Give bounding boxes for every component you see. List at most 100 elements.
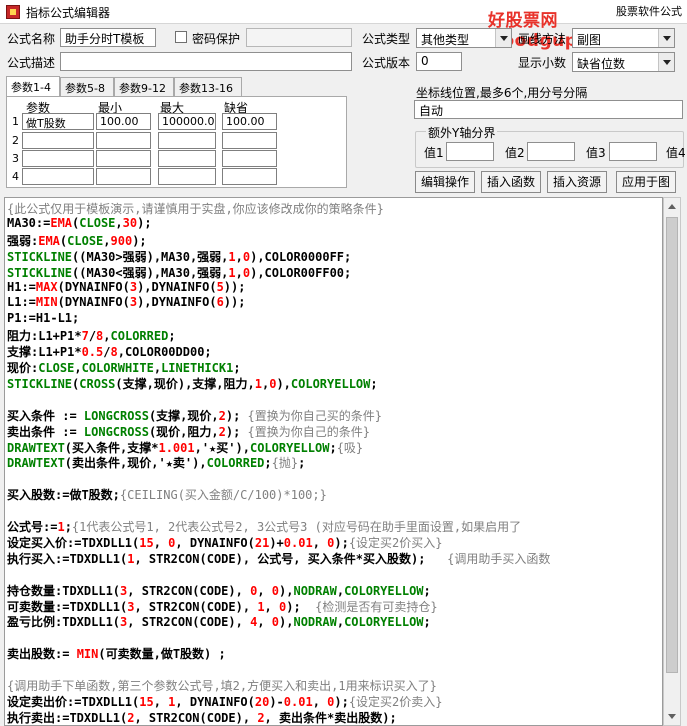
- code-token: 2: [257, 710, 265, 725]
- param-min-field[interactable]: [96, 132, 151, 149]
- code-line[interactable]: STICKLINE((MA30>强弱),MA30,强弱,1,0),COLOR00…: [7, 248, 351, 265]
- password-checkbox[interactable]: [175, 31, 187, 43]
- param-default-field[interactable]: [222, 168, 277, 185]
- code-token: 现价:: [7, 361, 39, 375]
- code-line[interactable]: P1:=H1-L1;: [7, 311, 79, 325]
- formula-code-editor[interactable]: {此公式仅用于模板演示,请谨慎用于实盘,你应该修改成你的策略条件} MA30:=E…: [4, 197, 663, 726]
- code-token: MIN: [35, 295, 58, 310]
- code-line[interactable]: 公式号:=1;{1代表公式号1, 2代表公式号2, 3公式号3 (对应号码在助手…: [7, 518, 521, 535]
- scroll-up-arrow-icon[interactable]: [664, 198, 680, 215]
- code-line[interactable]: 设定卖出价:=TDXDLL1(15, 1, DYNAINFO(20)-0.01,…: [7, 693, 443, 710]
- coord-lines-input[interactable]: 自动: [414, 100, 683, 119]
- code-token: COLORYELLOW: [290, 376, 371, 391]
- scroll-down-arrow-icon[interactable]: [664, 708, 680, 725]
- code-line[interactable]: 卖出股数:= MIN(可卖数量,做T股数) ;: [7, 645, 226, 662]
- code-line[interactable]: L1:=MIN(DYNAINFO(3),DYNAINFO(6));: [7, 295, 245, 309]
- param-max-field[interactable]: 100000.00: [158, 113, 216, 130]
- code-line[interactable]: DRAWTEXT(卖出条件,现价,'★卖'),COLORRED;{抛};: [7, 454, 305, 471]
- code-line[interactable]: 执行买入:=TDXDLL1(1, STR2CON(CODE), 公式号, 买入条…: [7, 550, 550, 567]
- code-line[interactable]: STICKLINE(CROSS(支撑,现价),支撑,阻力,1,0),COLORY…: [7, 375, 378, 392]
- scrollbar-thumb[interactable]: [666, 217, 678, 673]
- param-max-field[interactable]: [158, 150, 216, 167]
- code-line[interactable]: DRAWTEXT(买入条件,支撑*1.001,'★买'),COLORYELLOW…: [7, 439, 363, 456]
- param-name-field[interactable]: 做T股数: [22, 113, 94, 130]
- chevron-down-icon[interactable]: [658, 29, 674, 47]
- code-line[interactable]: {此公式仅用于模板演示,请谨慎用于实盘,你应该修改成你的策略条件}: [7, 200, 384, 217]
- formula-type-select[interactable]: 其他类型: [416, 28, 512, 48]
- param-name-field[interactable]: [22, 168, 94, 185]
- code-token: MA30:=: [7, 215, 51, 230]
- code-line[interactable]: 持仓数量:TDXDLL1(3, STR2CON(CODE), 0, 0),NOD…: [7, 582, 431, 599]
- y-value-1-input[interactable]: [446, 142, 494, 161]
- code-token: 设定买入价:=TDXDLL1(: [7, 535, 140, 550]
- code-line[interactable]: STICKLINE((MA30<强弱),MA30,强弱,1,0),COLOR00…: [7, 264, 351, 281]
- code-line[interactable]: 执行卖出:=TDXDLL1(2, STR2CON(CODE), 2, 卖出条件*…: [7, 709, 397, 725]
- code-token: COLORWHITE: [81, 361, 154, 375]
- code-token: (DYNAINFO(: [57, 279, 130, 294]
- draw-method-select[interactable]: 副图: [572, 28, 675, 48]
- tab-params-5-8[interactable]: 参数5-8: [60, 77, 114, 96]
- tab-params-1-4[interactable]: 参数1-4: [6, 76, 60, 97]
- code-line[interactable]: 卖出条件 := LONGCROSS(现价,阻力,2); {置换为你自己的条件}: [7, 423, 370, 440]
- code-token: ,: [74, 361, 82, 375]
- param-max-field[interactable]: [158, 132, 216, 149]
- code-line[interactable]: {调用助手下单函数,第三个参数公式号,填2,方便买入和卖出,1用来标识买入了}: [7, 677, 437, 694]
- apply-to-chart-button[interactable]: 应用于图: [616, 171, 676, 193]
- param-default-field[interactable]: 100.00: [222, 113, 277, 130]
- code-token: 30: [122, 215, 138, 230]
- param-name-field[interactable]: [22, 150, 94, 167]
- code-token: NODRAW: [293, 583, 337, 598]
- tab-params-9-12[interactable]: 参数9-12: [114, 77, 174, 96]
- code-token: {调用助手下单函数,第三个参数公式号,填2,方便买入和卖出,1用来标识买入了}: [7, 679, 437, 693]
- code-token: /: [88, 329, 97, 344]
- password-input[interactable]: [246, 28, 352, 47]
- insert-resource-button[interactable]: 插入资源: [547, 171, 607, 193]
- code-token: ;: [370, 376, 378, 391]
- code-token: )+: [269, 535, 284, 550]
- param-min-field[interactable]: 100.00: [96, 113, 151, 130]
- code-token: 0.5: [81, 345, 104, 360]
- insert-function-button[interactable]: 插入函数: [481, 171, 541, 193]
- edit-ops-button[interactable]: 编辑操作: [415, 171, 475, 193]
- editor-vertical-scrollbar[interactable]: [663, 197, 681, 726]
- param-min-field[interactable]: [96, 150, 151, 167]
- param-min-field[interactable]: [96, 168, 151, 185]
- draw-method-label: 画线方法: [518, 32, 567, 46]
- code-line[interactable]: 设定买入价:=TDXDLL1(15, 0, DYNAINFO(21)+0.01,…: [7, 534, 443, 551]
- chevron-down-icon[interactable]: [658, 53, 674, 71]
- draw-method-value: 副图: [577, 33, 602, 47]
- code-line[interactable]: 盈亏比例:TDXDLL1(3, STR2CON(CODE), 4, 0),NOD…: [7, 613, 431, 630]
- param-row-number: 2: [12, 134, 19, 147]
- code-token: (买入条件,支撑*: [64, 440, 159, 455]
- code-token: );: [334, 535, 349, 550]
- code-token: , STR2CON(CODE),: [127, 615, 251, 630]
- y-value-3-input[interactable]: [609, 142, 657, 161]
- code-line[interactable]: 现价:CLOSE,COLORWHITE,LINETHICK1;: [7, 359, 241, 376]
- watermark-extra: 股票软件公式: [616, 5, 682, 18]
- code-line[interactable]: H1:=MAX(DYNAINFO(3),DYNAINFO(5));: [7, 280, 245, 294]
- param-default-field[interactable]: [222, 150, 277, 167]
- formula-name-input[interactable]: 助手分时T模板: [60, 28, 156, 47]
- code-line[interactable]: 买入条件 := LONGCROSS(支撑,现价,2); {置换为你自己买的条件}: [7, 407, 382, 424]
- param-default-field[interactable]: [222, 132, 277, 149]
- formula-version-input[interactable]: 0: [416, 52, 462, 71]
- chevron-down-icon[interactable]: [495, 29, 511, 47]
- code-token: , STR2CON(CODE), 公式号, 买入条件*买入股数);: [134, 551, 448, 566]
- code-line[interactable]: 阻力:L1+P1*7/8,COLORRED;: [7, 327, 176, 344]
- formula-desc-input[interactable]: [60, 52, 352, 71]
- y-value-3-label: 值3: [586, 146, 606, 160]
- code-token: ;: [298, 456, 306, 471]
- code-line[interactable]: 可卖数量:=TDXDLL1(3, STR2CON(CODE), 1, 0); {…: [7, 598, 438, 615]
- tab-params-13-16[interactable]: 参数13-16: [174, 77, 242, 96]
- y-value-2-input[interactable]: [527, 142, 575, 161]
- decimal-select[interactable]: 缺省位数: [572, 52, 675, 72]
- param-name-field[interactable]: [22, 132, 94, 149]
- code-token: DRAWTEXT: [7, 456, 65, 471]
- y-value-1-label: 值1: [424, 146, 444, 160]
- code-line[interactable]: MA30:=EMA(CLOSE,30);: [7, 216, 152, 230]
- code-line[interactable]: 强弱:EMA(CLOSE,900);: [7, 232, 147, 249]
- param-max-field[interactable]: [158, 168, 216, 185]
- code-token: ;: [233, 361, 241, 375]
- code-line[interactable]: 买入股数:=做T股数;{CEILING(买入金额/C/100)*100;}: [7, 486, 327, 503]
- code-line[interactable]: 支撑:L1+P1*0.5/8,COLOR00DD00;: [7, 343, 212, 360]
